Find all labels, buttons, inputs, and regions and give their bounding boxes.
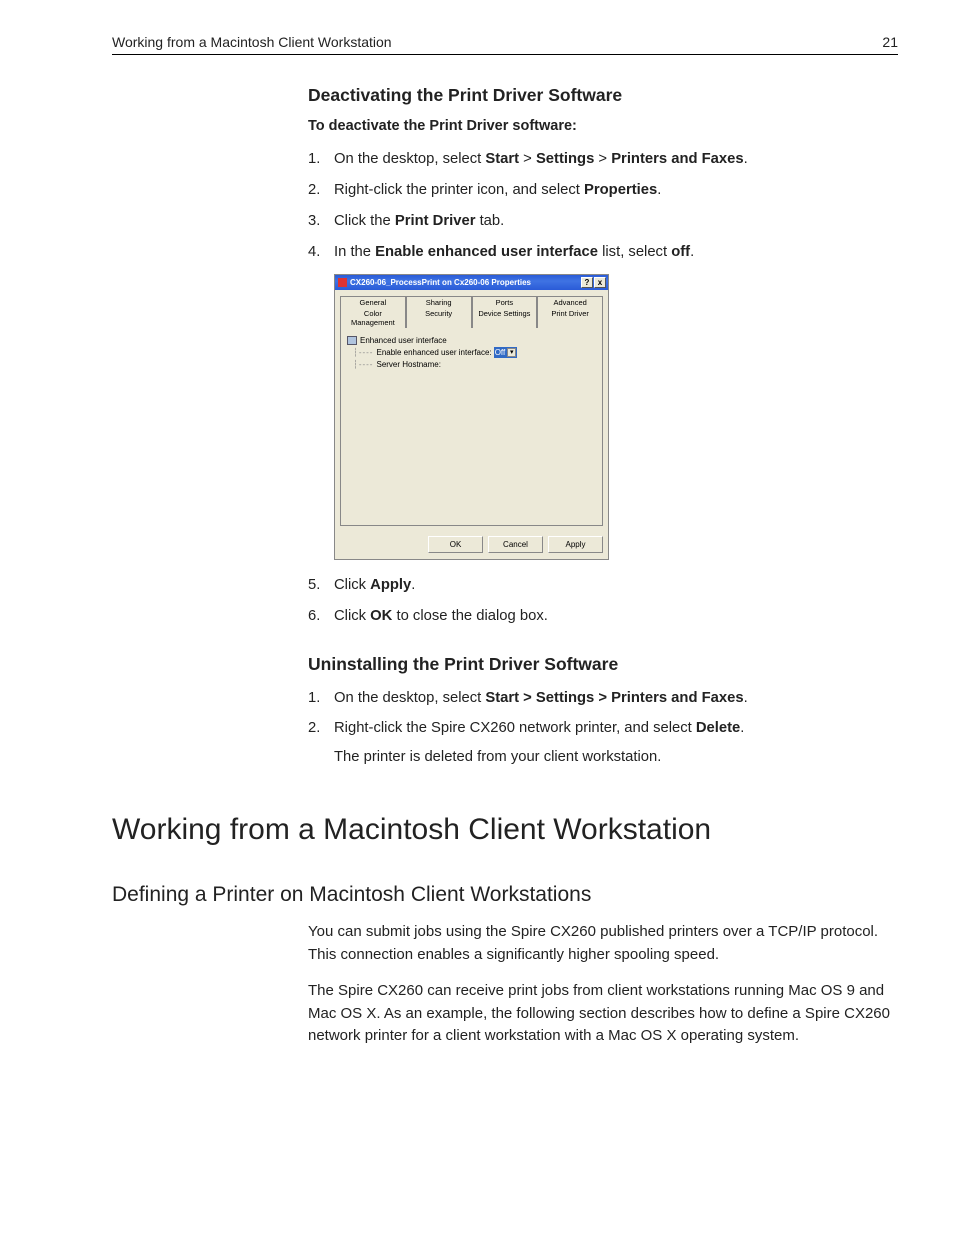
heading-2: Defining a Printer on Macintosh Client W… [112, 883, 898, 907]
step-number: 1. [308, 687, 334, 710]
tree-root-label: Enhanced user interface [360, 336, 447, 345]
tree-hostname-label: Server Hostname: [376, 360, 440, 369]
step-3: 3. Click the Print Driver tab. [308, 210, 898, 233]
section-heading-uninstalling: Uninstalling the Print Driver Software [308, 654, 898, 675]
tree-branch-icon: ┆---- [353, 348, 373, 357]
steps-list-2: 1. On the desktop, select Start > Settin… [308, 687, 898, 770]
help-button[interactable]: ? [581, 277, 593, 288]
tab-row-top: General Sharing Ports Advanced [340, 296, 603, 308]
step-number: 4. [308, 241, 334, 264]
step-number: 2. [308, 179, 334, 202]
step-text: On the desktop, select Start > Settings … [334, 148, 898, 171]
page-number: 21 [882, 34, 898, 50]
tab-ports[interactable]: Ports [472, 296, 538, 308]
enable-dropdown[interactable]: Off ▾ [494, 347, 518, 358]
step-text: Right-click the Spire CX260 network prin… [334, 717, 898, 769]
app-icon [338, 278, 347, 287]
tree-icon [347, 336, 357, 345]
step-1: 1. On the desktop, select Start > Settin… [308, 148, 898, 171]
step-number: 1. [308, 148, 334, 171]
paragraph-2: The Spire CX260 can receive print jobs f… [308, 980, 898, 1048]
dialog-body: General Sharing Ports Advanced Color Man… [335, 290, 608, 531]
step-4: 4. In the Enable enhanced user interface… [308, 241, 898, 264]
tab-color-management[interactable]: Color Management [340, 308, 406, 328]
step-number: 2. [308, 717, 334, 769]
tree-row-hostname[interactable]: ┆---- Server Hostname: [347, 360, 596, 369]
step-number: 6. [308, 605, 334, 628]
tab-device-settings[interactable]: Device Settings [472, 308, 538, 328]
step-2: 2. Right-click the printer icon, and sel… [308, 179, 898, 202]
tab-advanced[interactable]: Advanced [537, 296, 603, 308]
tree-branch-icon: ┆---- [353, 360, 373, 369]
tree-view: Enhanced user interface ┆---- Enable enh… [347, 336, 596, 369]
cancel-button[interactable]: Cancel [488, 536, 543, 553]
enable-dropdown-value: Off [495, 348, 506, 357]
tree-enable-label: Enable enhanced user interface: [376, 348, 491, 357]
step-text: Right-click the printer icon, and select… [334, 179, 898, 202]
chevron-down-icon[interactable]: ▾ [507, 348, 516, 357]
close-button[interactable]: x [594, 277, 606, 288]
tab-security[interactable]: Security [406, 308, 472, 328]
step-text: In the Enable enhanced user interface li… [334, 241, 898, 264]
tree-row-enable[interactable]: ┆---- Enable enhanced user interface: Of… [347, 347, 596, 358]
dialog-title: CX260-06_ProcessPrint on Cx260-06 Proper… [350, 278, 580, 287]
dialog-titlebar: CX260-06_ProcessPrint on Cx260-06 Proper… [335, 275, 608, 290]
ok-button[interactable]: OK [428, 536, 483, 553]
running-title: Working from a Macintosh Client Workstat… [112, 34, 392, 50]
dialog-button-row: OK Cancel Apply [335, 531, 608, 559]
tab-general[interactable]: General [340, 296, 406, 308]
step-text: Click Apply. [334, 574, 898, 597]
steps-list-1: 1. On the desktop, select Start > Settin… [308, 148, 898, 264]
tab-panel: Enhanced user interface ┆---- Enable enh… [340, 328, 603, 526]
step-result: The printer is deleted from your client … [334, 746, 898, 769]
steps-list-1b: 5. Click Apply. 6. Click OK to close the… [308, 574, 898, 628]
step-number: 3. [308, 210, 334, 233]
tab-row-bottom: Color Management Security Device Setting… [340, 308, 603, 328]
tree-root-node[interactable]: Enhanced user interface [347, 336, 596, 345]
procedure-lead: To deactivate the Print Driver software: [308, 118, 898, 134]
heading-1: Working from a Macintosh Client Workstat… [112, 813, 898, 847]
step-text: Click OK to close the dialog box. [334, 605, 898, 628]
page-header: Working from a Macintosh Client Workstat… [112, 34, 898, 55]
step-6: 6. Click OK to close the dialog box. [308, 605, 898, 628]
tab-sharing[interactable]: Sharing [406, 296, 472, 308]
tab-print-driver[interactable]: Print Driver [537, 308, 603, 328]
properties-dialog-screenshot: CX260-06_ProcessPrint on Cx260-06 Proper… [334, 274, 898, 560]
section-heading-deactivating: Deactivating the Print Driver Software [308, 85, 898, 106]
step-text: On the desktop, select Start > Settings … [334, 687, 898, 710]
dialog-window: CX260-06_ProcessPrint on Cx260-06 Proper… [334, 274, 609, 560]
step-5: 5. Click Apply. [308, 574, 898, 597]
paragraph-1: You can submit jobs using the Spire CX26… [308, 921, 898, 966]
step-u2: 2. Right-click the Spire CX260 network p… [308, 717, 898, 769]
step-u1: 1. On the desktop, select Start > Settin… [308, 687, 898, 710]
step-number: 5. [308, 574, 334, 597]
step-text: Click the Print Driver tab. [334, 210, 898, 233]
apply-button[interactable]: Apply [548, 536, 603, 553]
